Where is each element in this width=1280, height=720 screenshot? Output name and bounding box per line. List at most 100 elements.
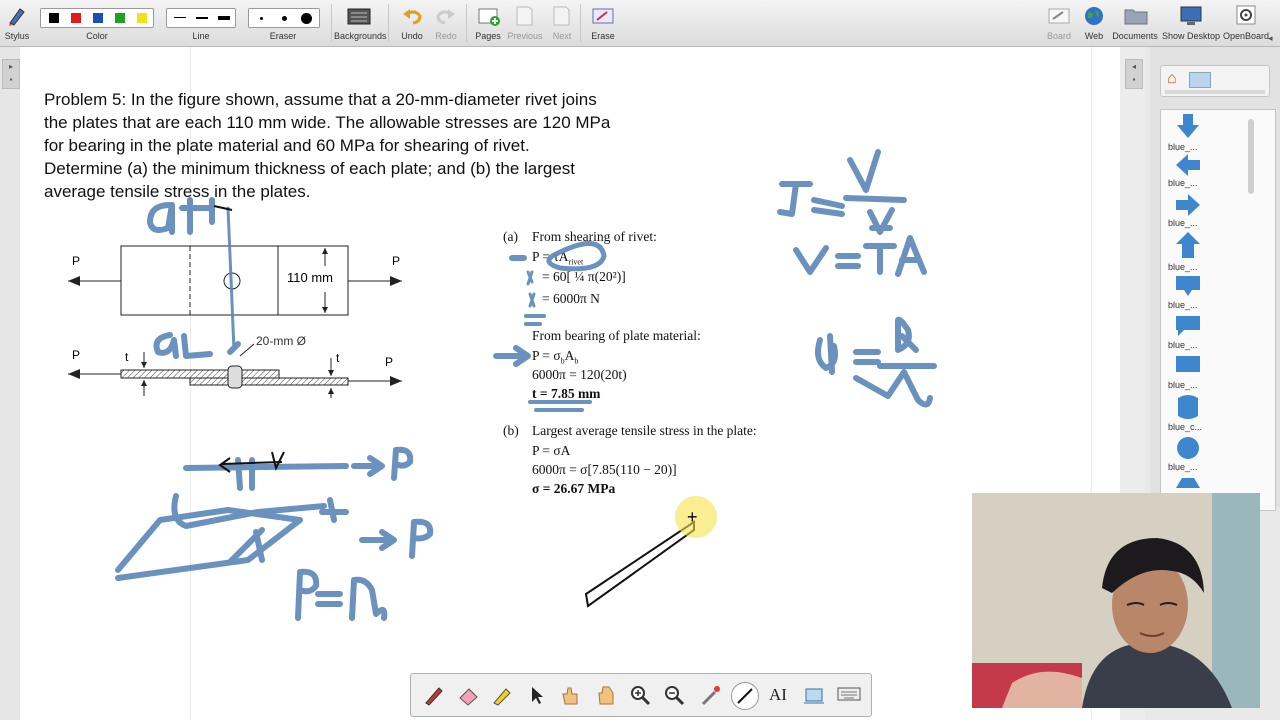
redo-icon xyxy=(435,6,457,31)
library-panel: ⌂ xyxy=(1150,47,1280,511)
library-item-label[interactable]: blue_... xyxy=(1168,340,1208,350)
thickness-label-right: t xyxy=(336,351,340,365)
interact-hand-icon[interactable] xyxy=(559,684,581,711)
web-globe-icon[interactable] xyxy=(1083,5,1105,32)
bearing-equation: P = σbAb xyxy=(532,348,578,366)
library-item-label[interactable]: blue_... xyxy=(1168,218,1208,228)
color-swatch-yellow[interactable] xyxy=(137,13,147,23)
eraser-small-option[interactable] xyxy=(260,17,263,20)
shear-result: = 6000π N xyxy=(542,291,600,306)
backgrounds-icon[interactable] xyxy=(347,6,371,31)
force-label-left-top: P xyxy=(72,254,81,268)
home-icon[interactable]: ⌂ xyxy=(1167,70,1177,88)
blue-callout-icon xyxy=(1176,276,1200,296)
next-page-icon xyxy=(551,5,571,32)
show-desktop-icon[interactable] xyxy=(1179,5,1203,32)
problem-line-2: the plates that are each 110 mm wide. Th… xyxy=(44,113,611,132)
library-item-label[interactable]: blue_... xyxy=(1168,178,1208,188)
eraser-size-picker[interactable] xyxy=(248,8,320,28)
undo-label: Undo xyxy=(401,31,423,41)
thickness-label-left: t xyxy=(125,350,129,364)
part-b-title: Largest average tensile stress in the pl… xyxy=(532,423,757,438)
documents-folder-icon[interactable] xyxy=(1124,7,1148,30)
force-label-right-top: P xyxy=(392,254,401,268)
shear-substitution: = 60[ ¼ π(20²)] xyxy=(542,269,626,284)
width-dimension-label: 110 mm xyxy=(287,270,333,285)
eraser-medium-option[interactable] xyxy=(282,16,287,21)
force-label-left-side: P xyxy=(72,348,81,362)
shear-eq-text: P = τA xyxy=(532,249,569,264)
zoom-out-icon[interactable] xyxy=(663,684,685,711)
text-tool-icon[interactable]: AI xyxy=(769,685,787,705)
undo-icon[interactable] xyxy=(401,6,423,31)
select-tool-icon[interactable] xyxy=(527,684,547,711)
collapse-icon[interactable]: ◂ xyxy=(1268,33,1273,44)
pen-tool-icon[interactable] xyxy=(423,684,445,711)
color-picker[interactable] xyxy=(40,8,154,28)
left-panel-strip: ▸ ▪ xyxy=(0,47,20,720)
problem-line-4: Determine (a) the minimum thickness of e… xyxy=(44,159,576,178)
board-icon[interactable] xyxy=(1048,6,1070,31)
force-label-right-side: P xyxy=(385,355,394,369)
library-scrollbar[interactable] xyxy=(1248,119,1254,194)
left-panel-toggle-icon[interactable]: ▸ ▪ xyxy=(2,59,20,89)
rivet-joint-figure xyxy=(68,245,402,398)
blue-rectangle-icon xyxy=(1176,356,1200,372)
line-medium-option[interactable] xyxy=(196,17,208,19)
color-swatch-red[interactable] xyxy=(71,13,81,23)
problem-statement: Problem 5: In the figure shown, assume t… xyxy=(44,88,724,203)
pan-hand-icon[interactable] xyxy=(595,684,617,711)
pages-icon[interactable] xyxy=(477,6,501,31)
shear-equation: P = τArivet xyxy=(532,249,583,267)
library-item-label[interactable]: blue_c... xyxy=(1168,422,1208,432)
crosshair-cursor-icon: + xyxy=(687,507,698,527)
shear-eq-subscript: rivet xyxy=(568,257,584,267)
webcam-person-image xyxy=(972,493,1260,708)
erase-label: Erase xyxy=(591,31,615,41)
webcam-overlay xyxy=(972,493,1260,708)
library-item-label[interactable]: blue_... xyxy=(1168,142,1208,152)
board-label: Board xyxy=(1046,31,1072,41)
problem-line-5: average tensile stress in the plates. xyxy=(44,182,311,201)
previous-label: Previous xyxy=(507,31,543,41)
keyboard-icon[interactable] xyxy=(837,686,861,707)
problem-line-1: Problem 5: In the figure shown, assume t… xyxy=(44,90,597,109)
nav-scrollbar[interactable] xyxy=(1165,90,1265,94)
library-item-label[interactable]: blue_... xyxy=(1168,380,1208,390)
rivet-diameter-label: 20-mm Ø xyxy=(256,334,307,348)
color-swatch-black[interactable] xyxy=(49,13,59,23)
line-thick-option[interactable] xyxy=(218,16,230,20)
stylus-icon[interactable] xyxy=(6,5,28,32)
eraser-tool-icon[interactable] xyxy=(457,684,479,711)
redo-label: Redo xyxy=(435,31,457,41)
laser-pointer-icon[interactable] xyxy=(699,684,721,711)
color-swatch-blue[interactable] xyxy=(93,13,103,23)
openboard-settings-icon[interactable] xyxy=(1236,5,1256,30)
blue-hexagon-icon xyxy=(1176,478,1200,488)
zoom-in-icon[interactable] xyxy=(629,684,651,711)
blue-arrow-up-icon xyxy=(1176,232,1200,258)
line-thin-option[interactable] xyxy=(174,17,186,18)
library-item-label[interactable]: blue_... xyxy=(1168,462,1208,472)
backgrounds-label: Backgrounds xyxy=(334,31,387,41)
library-item-label[interactable]: blue_... xyxy=(1168,262,1208,272)
line-tool-icon[interactable] xyxy=(731,682,759,710)
color-swatch-green[interactable] xyxy=(115,13,125,23)
highlighter-tool-icon[interactable] xyxy=(491,684,513,711)
erase-all-icon[interactable] xyxy=(591,6,615,31)
bearing-eq-area-subscript: b xyxy=(574,356,579,366)
right-panel-toggle-icon[interactable]: ◂ ▪ xyxy=(1125,59,1143,89)
stylus-label: Stylus xyxy=(4,31,30,41)
blue-circle-icon xyxy=(1177,437,1199,459)
blue-speech-icon xyxy=(1176,316,1200,336)
blue-arrow-down-icon xyxy=(1177,114,1199,138)
bearing-eq-area: A xyxy=(564,348,575,363)
line-width-picker[interactable] xyxy=(166,8,236,28)
tensile-substitution: 6000π = σ[7.85(110 − 20)] xyxy=(532,462,677,477)
folder-breadcrumb-icon[interactable] xyxy=(1189,72,1211,88)
openboard-label: OpenBoard xyxy=(1222,31,1270,41)
library-item-label[interactable]: blue_... xyxy=(1168,300,1208,310)
bearing-title: From bearing of plate material: xyxy=(532,328,701,343)
eraser-large-option[interactable] xyxy=(301,13,312,24)
capture-tool-icon[interactable] xyxy=(803,684,825,711)
